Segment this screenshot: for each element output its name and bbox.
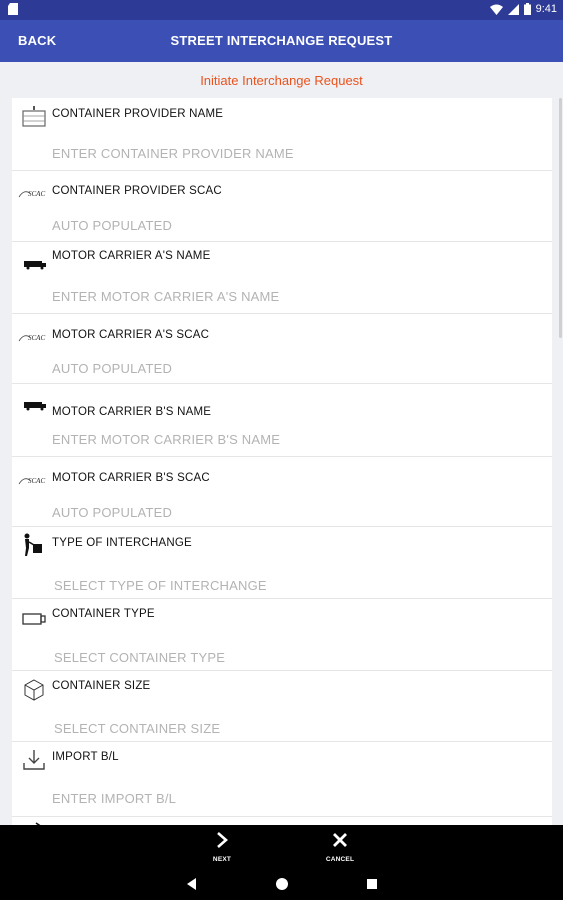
motor-carrier-b-name-input[interactable]: ENTER MOTOR CARRIER B'S NAME — [52, 432, 280, 447]
field-label: CONTAINER SIZE — [52, 680, 151, 692]
scac-icon: SCAC — [18, 190, 45, 198]
status-bar: 9:41 — [0, 0, 563, 20]
motor-carrier-a-name-field: MOTOR CARRIER A'S NAME ENTER MOTOR CARRI… — [12, 242, 552, 314]
home-nav-icon[interactable] — [275, 877, 289, 891]
container-type-field: CONTAINER TYPE SELECT CONTAINER TYPE — [12, 599, 552, 671]
truck-icon — [24, 402, 46, 411]
field-label: MOTOR CARRIER A'S NAME — [52, 250, 211, 262]
back-nav-icon[interactable] — [185, 877, 199, 891]
recents-nav-icon[interactable] — [366, 877, 378, 891]
container-provider-name-input[interactable]: ENTER CONTAINER PROVIDER NAME — [52, 146, 294, 161]
container-size-select[interactable]: SELECT CONTAINER SIZE — [54, 721, 220, 736]
handshake-icon — [24, 533, 42, 556]
motor-carrier-b-scac-input[interactable]: AUTO POPULATED — [52, 505, 172, 520]
motor-carrier-a-scac-field: SCAC MOTOR CARRIER A'S SCAC AUTO POPULAT… — [12, 314, 552, 384]
clock: 9:41 — [535, 3, 557, 15]
motor-carrier-a-scac-input[interactable]: AUTO POPULATED — [52, 361, 172, 376]
field-label: IMPORT B/L — [52, 751, 119, 763]
cancel-label: CANCEL — [325, 856, 355, 863]
bottom-bar: NEXT CANCEL — [0, 825, 563, 900]
motor-carrier-b-scac-field: SCAC MOTOR CARRIER B'S SCAC AUTO POPULAT… — [12, 457, 552, 527]
field-label: MOTOR CARRIER B'S NAME — [52, 406, 212, 418]
truck-icon — [24, 261, 46, 270]
svg-text:SCAC: SCAC — [28, 334, 45, 342]
motor-carrier-b-name-field: MOTOR CARRIER B'S NAME ENTER MOTOR CARRI… — [12, 384, 552, 457]
motor-carrier-a-name-input[interactable]: ENTER MOTOR CARRIER A'S NAME — [52, 289, 279, 304]
container-provider-name-field: CONTAINER PROVIDER NAME ENTER CONTAINER … — [12, 98, 552, 171]
container-icon — [22, 106, 46, 127]
container-size-field: CONTAINER SIZE SELECT CONTAINER SIZE — [12, 671, 552, 742]
svg-text:SCAC: SCAC — [28, 190, 45, 198]
field-label: MOTOR CARRIER B'S SCAC — [52, 472, 210, 484]
field-label: TYPE OF INTERCHANGE — [52, 537, 192, 549]
form-subtitle: Initiate Interchange Request — [200, 73, 363, 88]
close-icon — [333, 833, 347, 847]
field-label: CONTAINER PROVIDER SCAC — [52, 185, 222, 197]
download-icon — [23, 750, 45, 770]
app-bar: BACK STREET INTERCHANGE REQUEST — [0, 20, 563, 62]
field-label: CONTAINER TYPE — [52, 608, 155, 620]
cancel-button[interactable]: CANCEL — [315, 831, 365, 863]
type-of-interchange-select[interactable]: SELECT TYPE OF INTERCHANGE — [54, 578, 267, 593]
scac-icon: SCAC — [18, 334, 45, 342]
signal-icon — [507, 3, 519, 15]
type-of-interchange-field: TYPE OF INTERCHANGE SELECT TYPE OF INTER… — [12, 527, 552, 599]
container-type-select[interactable]: SELECT CONTAINER TYPE — [54, 650, 225, 665]
container-type-icon — [22, 613, 46, 625]
import-bl-input[interactable]: ENTER IMPORT B/L — [52, 791, 176, 806]
wifi-icon — [489, 4, 503, 15]
next-button[interactable]: NEXT — [197, 831, 247, 863]
interchange-form: CONTAINER PROVIDER NAME ENTER CONTAINER … — [12, 98, 552, 826]
next-label: NEXT — [212, 856, 232, 863]
cube-icon — [24, 679, 44, 701]
sd-card-icon — [8, 3, 18, 15]
svg-text:SCAC: SCAC — [28, 477, 45, 485]
scrollbar[interactable] — [559, 98, 562, 338]
container-provider-scac-field: SCAC CONTAINER PROVIDER SCAC AUTO POPULA… — [12, 171, 552, 242]
scac-icon: SCAC — [18, 477, 45, 485]
battery-icon — [523, 3, 531, 15]
import-bl-field: IMPORT B/L ENTER IMPORT B/L — [12, 742, 552, 817]
page-title: STREET INTERCHANGE REQUEST — [170, 33, 393, 48]
chevron-right-icon — [217, 832, 228, 848]
field-label: MOTOR CARRIER A'S SCAC — [52, 329, 210, 341]
field-label: CONTAINER PROVIDER NAME — [52, 108, 224, 120]
container-provider-scac-input[interactable]: AUTO POPULATED — [52, 218, 172, 233]
